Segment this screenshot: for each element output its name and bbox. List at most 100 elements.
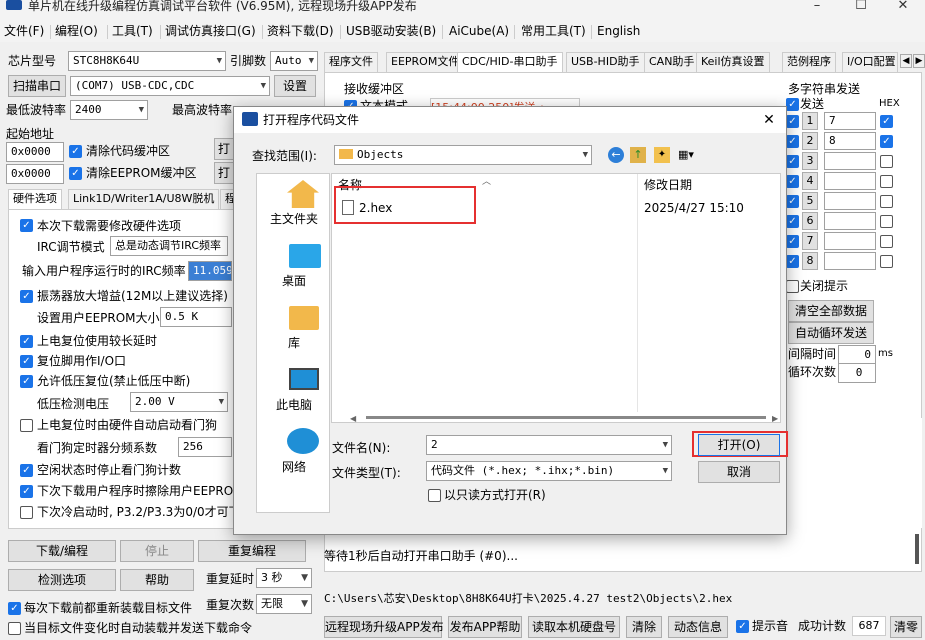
row-send-button[interactable]: 8 xyxy=(802,252,818,270)
tab-program-file[interactable]: 程序文件 xyxy=(324,52,378,72)
filetype-select[interactable]: 代码文件 (*.hex; *.ihx;*.bin) ▼ xyxy=(426,461,672,481)
code-addr-input[interactable]: 0x0000 xyxy=(6,142,64,162)
menu-file[interactable]: 文件(F) xyxy=(4,22,44,40)
row-send-checkbox[interactable]: ✓ xyxy=(786,175,799,188)
download-button[interactable]: 下载/编程 xyxy=(8,540,116,562)
settings-button[interactable]: 设置 xyxy=(274,75,316,97)
chevron-right-icon[interactable]: ▶ xyxy=(913,54,925,68)
row-send-checkbox[interactable]: ✓ xyxy=(786,135,799,148)
irc-mode-select[interactable]: 总是动态调节IRC频率 xyxy=(110,236,228,256)
clear-code-checkbox[interactable]: ✓ xyxy=(69,145,82,158)
menu-aicube[interactable]: AiCube(A) xyxy=(449,22,509,40)
send-all-checkbox[interactable]: ✓ xyxy=(786,98,799,111)
erase-eeprom-checkbox[interactable]: ✓ xyxy=(20,485,33,498)
interval-input[interactable]: 0 xyxy=(838,345,876,365)
lvr-checkbox[interactable]: ✓ xyxy=(20,375,33,388)
port-select[interactable]: (COM7) USB-CDC,CDC ▼ xyxy=(70,76,270,96)
minimize-icon[interactable]: – xyxy=(795,0,839,16)
read-disk-button[interactable]: 读取本机硬盘号 xyxy=(528,616,620,638)
clear-eeprom-checkbox[interactable]: ✓ xyxy=(69,167,82,180)
tab-usb-hid[interactable]: USB-HID助手 xyxy=(566,52,645,72)
scrollbar-thumb[interactable] xyxy=(915,534,919,564)
open-button[interactable]: 打开(O) xyxy=(698,434,780,456)
view-menu-icon[interactable]: ▦▾ xyxy=(678,147,704,163)
eeprom-addr-input[interactable]: 0x0000 xyxy=(6,164,64,184)
wdt-div-select[interactable]: 256 xyxy=(178,437,232,457)
lvd-select[interactable]: 2.00 V ▼ xyxy=(130,392,228,412)
row-hex-checkbox[interactable] xyxy=(880,255,893,268)
row-value-input[interactable] xyxy=(824,152,876,170)
tab-examples[interactable]: 范例程序 xyxy=(782,52,836,72)
row-hex-checkbox[interactable] xyxy=(880,195,893,208)
row-hex-checkbox[interactable] xyxy=(880,175,893,188)
eeprom-size-select[interactable]: 0.5 K xyxy=(160,307,232,327)
row-send-button[interactable]: 4 xyxy=(802,172,818,190)
tab-io-config[interactable]: I/O口配置 xyxy=(842,52,898,72)
row-send-button[interactable]: 3 xyxy=(802,152,818,170)
clear-button[interactable]: 清除 xyxy=(626,616,662,638)
row-send-checkbox[interactable]: ✓ xyxy=(786,155,799,168)
menu-download[interactable]: 资料下载(D) xyxy=(267,22,334,40)
tab-can[interactable]: CAN助手 xyxy=(644,52,700,72)
row-value-input[interactable] xyxy=(824,192,876,210)
tab-link1d[interactable]: Link1D/Writer1A/U8W脱机 xyxy=(68,189,220,209)
chevron-left-icon[interactable]: ◀ xyxy=(900,54,912,68)
up-folder-icon[interactable]: ↑ xyxy=(630,147,646,163)
reset-pin-checkbox[interactable]: ✓ xyxy=(20,355,33,368)
filename-input[interactable]: 2 ▼ xyxy=(426,435,672,455)
clear-all-button[interactable]: 清空全部数据 xyxy=(788,300,874,322)
home-folder-icon[interactable] xyxy=(287,180,319,208)
close-hint-checkbox[interactable] xyxy=(786,280,799,293)
help-button[interactable]: 帮助 xyxy=(120,569,194,591)
row-value-input[interactable] xyxy=(824,212,876,230)
row-hex-checkbox[interactable]: ✓ xyxy=(880,135,893,148)
row-hex-checkbox[interactable] xyxy=(880,215,893,228)
loop-count-input[interactable]: 0 xyxy=(838,363,876,383)
repeat-count-select[interactable]: 无限 ▼ xyxy=(256,594,312,614)
reset-count-button[interactable]: 清零 xyxy=(890,616,922,638)
irc-freq-input[interactable]: 11.0592 xyxy=(188,261,232,281)
close-icon[interactable]: ✕ xyxy=(758,109,780,131)
dynamic-info-button[interactable]: 动态信息 xyxy=(668,616,728,638)
row-send-button[interactable]: 7 xyxy=(802,232,818,250)
menu-common-tools[interactable]: 常用工具(T) xyxy=(521,22,586,40)
library-icon[interactable] xyxy=(289,306,319,330)
open-eeprom-button[interactable]: 打 xyxy=(214,162,234,184)
maximize-icon[interactable]: ☐ xyxy=(839,0,883,16)
place-desktop[interactable]: 桌面 xyxy=(260,272,328,290)
back-icon[interactable]: ← xyxy=(608,147,624,163)
tab-keil[interactable]: Keil仿真设置 xyxy=(696,52,770,72)
place-library[interactable]: 库 xyxy=(260,334,328,352)
desktop-icon[interactable] xyxy=(289,244,321,268)
menu-program[interactable]: 编程(O) xyxy=(55,22,98,40)
menu-usb-driver[interactable]: USB驱动安装(B) xyxy=(346,22,436,40)
place-home[interactable]: 主文件夹 xyxy=(260,210,328,228)
place-computer[interactable]: 此电脑 xyxy=(260,396,328,414)
idle-wdt-checkbox[interactable]: ✓ xyxy=(20,464,33,477)
lookin-select[interactable]: Objects ▼ xyxy=(334,145,592,165)
chevron-right-icon[interactable]: ▶ xyxy=(772,414,778,423)
detect-options-button[interactable]: 检测选项 xyxy=(8,569,116,591)
row-value-input[interactable]: 8 xyxy=(824,132,876,150)
menu-english[interactable]: English xyxy=(597,22,640,40)
readonly-checkbox[interactable] xyxy=(428,489,441,502)
row-value-input[interactable]: 7 xyxy=(824,112,876,130)
horizontal-scrollbar[interactable]: ◀ ▶ xyxy=(350,412,780,423)
tab-eeprom-file[interactable]: EEPROM文件 xyxy=(386,52,465,72)
min-baud-select[interactable]: 2400 ▼ xyxy=(70,100,148,120)
new-folder-icon[interactable]: ✦ xyxy=(654,147,670,163)
tab-cdc-hid[interactable]: CDC/HID-串口助手 xyxy=(457,52,563,72)
menu-tools[interactable]: 工具(T) xyxy=(112,22,153,40)
row-send-checkbox[interactable]: ✓ xyxy=(786,195,799,208)
publish-help-button[interactable]: 发布APP帮助 xyxy=(448,616,522,638)
row-send-checkbox[interactable]: ✓ xyxy=(786,115,799,128)
row-value-input[interactable] xyxy=(824,252,876,270)
wdt-auto-checkbox[interactable] xyxy=(20,419,33,432)
file-name[interactable]: 2.hex xyxy=(359,199,392,217)
stop-button[interactable]: 停止 xyxy=(120,540,194,562)
place-network[interactable]: 网络 xyxy=(260,458,328,476)
row-value-input[interactable] xyxy=(824,172,876,190)
row-hex-checkbox[interactable] xyxy=(880,155,893,168)
repeat-delay-select[interactable]: 3 秒 ▼ xyxy=(256,568,312,588)
scrollbar-thumb[interactable] xyxy=(366,416,766,419)
